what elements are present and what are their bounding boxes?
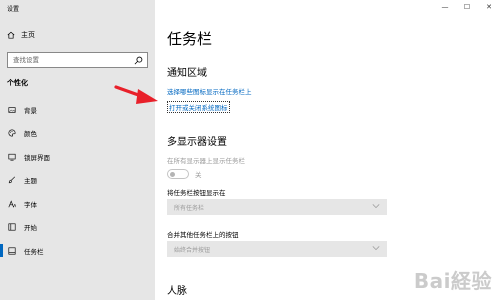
sidebar-item-start[interactable]: 开始 bbox=[0, 216, 155, 240]
page-title: 任务栏 bbox=[167, 30, 213, 48]
image-icon bbox=[8, 107, 16, 113]
close-button[interactable]: ✕ bbox=[478, 0, 500, 14]
toggle-knob bbox=[170, 172, 175, 177]
toggle-state-label: 关 bbox=[195, 171, 202, 179]
sidebar-item-label: 锁屏界面 bbox=[24, 153, 50, 162]
show-all-displays-label: 在所有显示器上显示任务栏 bbox=[167, 157, 245, 165]
annotation-arrow-icon bbox=[114, 85, 158, 104]
system-icons-link[interactable]: 打开或关闭系统图标 bbox=[167, 101, 230, 113]
watermark-text: Bai経验 bbox=[413, 269, 492, 293]
show-all-displays-toggle[interactable] bbox=[167, 169, 189, 179]
multi-display-heading: 多显示器设置 bbox=[167, 137, 227, 148]
theme-brush-icon bbox=[8, 176, 16, 184]
sidebar: 设置 主页 个性化 背景 颜色 bbox=[0, 0, 155, 300]
sidebar-nav: 背景 颜色 锁屏界面 主题 字体 开始 任务栏 bbox=[0, 98, 155, 263]
chevron-down-icon bbox=[372, 246, 380, 251]
section-title: 个性化 bbox=[7, 79, 28, 87]
show-buttons-label: 将任务栏按钮显示在 bbox=[167, 189, 226, 197]
window-controls: — ☐ ✕ bbox=[434, 0, 500, 14]
active-indicator bbox=[0, 244, 3, 257]
start-icon bbox=[8, 223, 16, 231]
select-taskbar-icons-link[interactable]: 选择哪些图标显示在任务栏上 bbox=[167, 86, 252, 96]
notification-area-heading: 通知区域 bbox=[167, 68, 207, 79]
home-nav-item[interactable]: 主页 bbox=[7, 30, 35, 40]
combine-buttons-label: 合并其他任务栏上的按钮 bbox=[167, 231, 239, 239]
sidebar-item-taskbar[interactable]: 任务栏 bbox=[0, 239, 155, 263]
sidebar-item-label: 颜色 bbox=[24, 130, 37, 139]
search-box[interactable] bbox=[7, 52, 148, 68]
watermark-logo: Bai経验 bbox=[414, 265, 492, 294]
font-icon bbox=[8, 200, 16, 208]
chevron-down-icon bbox=[372, 204, 380, 209]
dropdown-value: 始终合并按钮 bbox=[174, 246, 211, 254]
main-content: — ☐ ✕ 任务栏 通知区域 选择哪些图标显示在任务栏上 打开或关闭系统图标 多… bbox=[155, 0, 500, 300]
sidebar-item-themes[interactable]: 主题 bbox=[0, 169, 155, 193]
minimize-button[interactable]: — bbox=[434, 0, 456, 14]
people-heading: 人脉 bbox=[167, 286, 187, 297]
combine-buttons-dropdown[interactable]: 始终合并按钮 bbox=[167, 241, 387, 257]
sidebar-item-label: 开始 bbox=[24, 224, 37, 233]
palette-icon bbox=[8, 129, 16, 137]
sidebar-item-colors[interactable]: 颜色 bbox=[0, 122, 155, 146]
dropdown-value: 所有任务栏 bbox=[174, 204, 205, 212]
search-icon[interactable] bbox=[134, 56, 143, 65]
sidebar-item-label: 主题 bbox=[24, 177, 37, 186]
sidebar-item-label: 背景 bbox=[24, 106, 37, 115]
show-buttons-dropdown[interactable]: 所有任务栏 bbox=[167, 199, 387, 215]
sidebar-item-lockscreen[interactable]: 锁屏界面 bbox=[0, 145, 155, 169]
lockscreen-icon bbox=[8, 153, 16, 161]
maximize-button[interactable]: ☐ bbox=[456, 0, 478, 14]
search-input[interactable] bbox=[13, 56, 131, 64]
home-icon bbox=[7, 31, 15, 39]
sidebar-item-label: 任务栏 bbox=[24, 247, 44, 256]
home-label: 主页 bbox=[21, 31, 35, 39]
sidebar-item-fonts[interactable]: 字体 bbox=[0, 192, 155, 216]
window-title: 设置 bbox=[7, 6, 20, 13]
sidebar-item-label: 字体 bbox=[24, 200, 37, 209]
taskbar-icon bbox=[8, 247, 16, 255]
